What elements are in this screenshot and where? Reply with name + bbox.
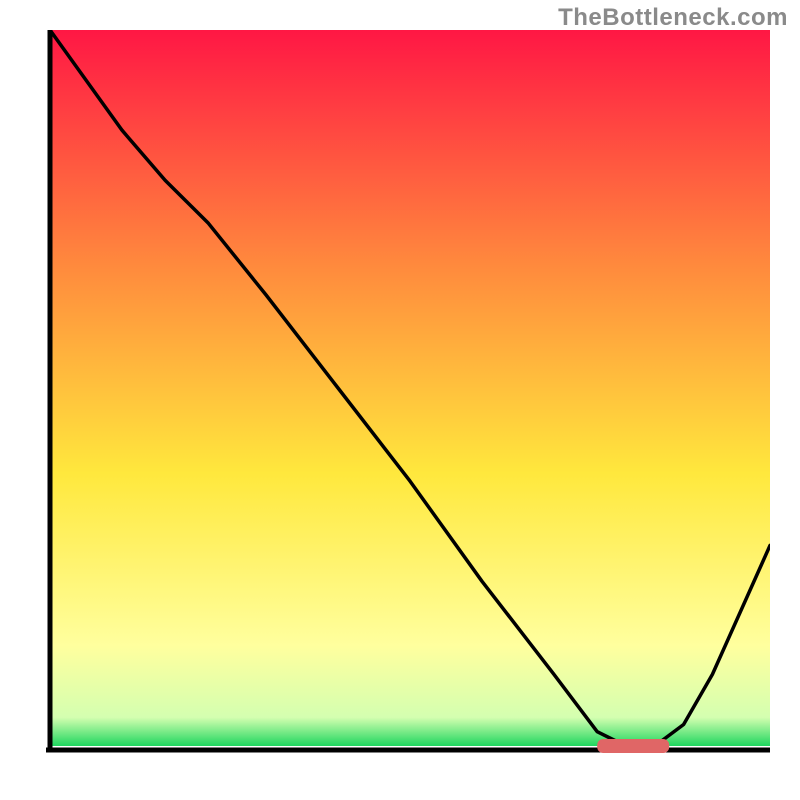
- attribution-label: TheBottleneck.com: [558, 4, 788, 32]
- chart-container: TheBottleneck.com: [0, 0, 800, 800]
- optimal-region-marker: [597, 739, 669, 753]
- plot-background: [50, 30, 770, 746]
- bottleneck-chart: [30, 30, 770, 770]
